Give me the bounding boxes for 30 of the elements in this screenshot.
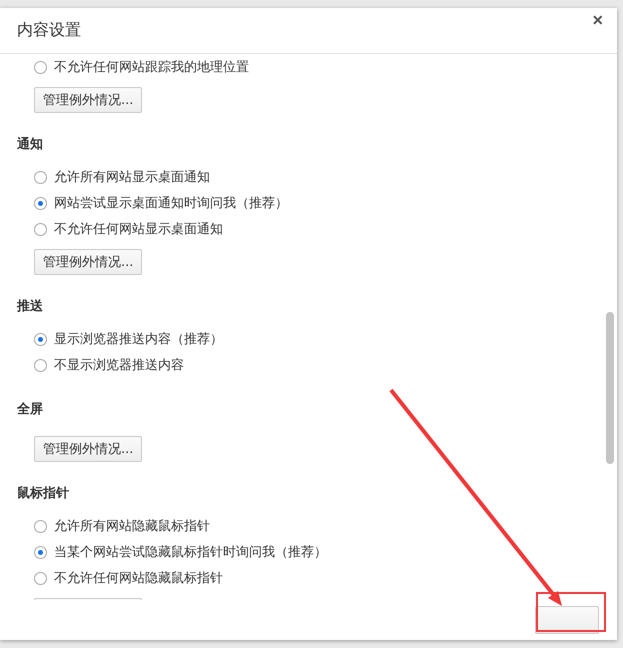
scrollbar-thumb[interactable]	[606, 312, 614, 464]
done-button[interactable]	[535, 606, 599, 634]
radio-label: 网站尝试显示桌面通知时询问我（推荐）	[54, 195, 288, 212]
radio-label: 允许所有网站隐藏鼠标指针	[54, 518, 210, 535]
radio-button[interactable]	[34, 520, 47, 532]
highlight-box	[536, 592, 606, 632]
radio-button[interactable]	[34, 332, 47, 346]
close-button[interactable]: ×	[588, 10, 607, 31]
manage-exceptions-button[interactable]: 管理例外情况...	[34, 87, 142, 113]
radio-button[interactable]	[34, 358, 47, 372]
radio-label: 不允许任何网站隐藏鼠标指针	[54, 570, 223, 587]
radio-button[interactable]	[34, 572, 47, 584]
radio-label: 显示浏览器推送内容（推荐）	[54, 331, 223, 348]
radio-button[interactable]	[34, 170, 47, 184]
radio-label: 不允许任何网站显示桌面通知	[54, 221, 223, 238]
radio-label: 不显示浏览器推送内容	[54, 357, 184, 374]
radio-button[interactable]	[34, 196, 47, 210]
manage-exceptions-button[interactable]: 管理例外情况...	[34, 436, 142, 462]
section-heading: 通知	[17, 136, 44, 154]
radio-button[interactable]	[34, 546, 47, 558]
section-heading: 推送	[17, 298, 44, 316]
radio-button[interactable]	[34, 60, 47, 74]
section-heading: 鼠标指针	[17, 485, 70, 503]
radio-label: 允许所有网站显示桌面通知	[54, 169, 210, 186]
radio-label: 不允许任何网站跟踪我的地理位置	[54, 59, 249, 76]
radio-button[interactable]	[34, 222, 47, 236]
manage-exceptions-button[interactable]: 管理例外情况...	[34, 249, 142, 275]
dialog-title: 内容设置	[17, 20, 81, 41]
radio-label: 当某个网站尝试隐藏鼠标指针时询问我（推荐）	[54, 544, 327, 561]
section-heading: 全屏	[17, 401, 44, 419]
